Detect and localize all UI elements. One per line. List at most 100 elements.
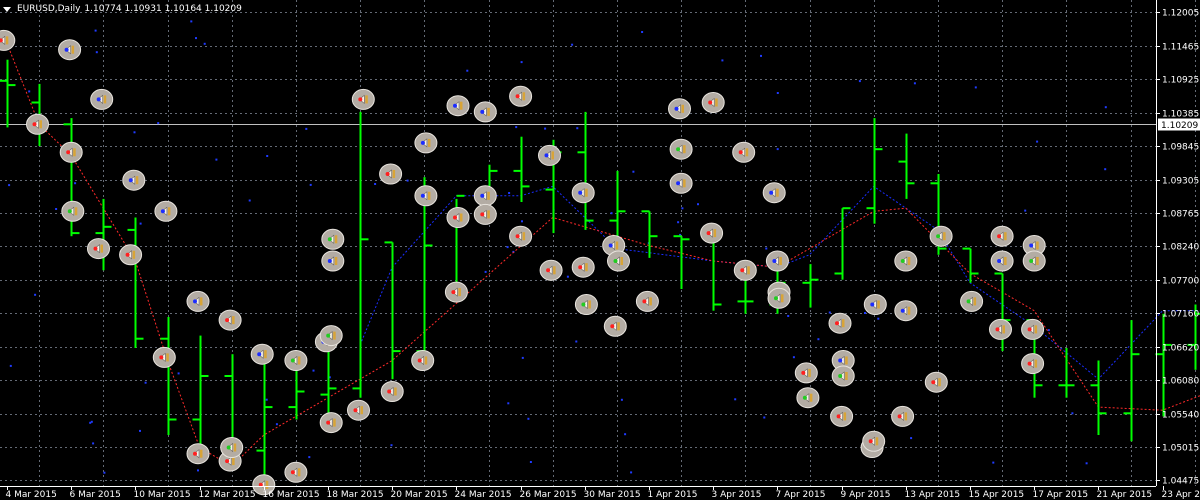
badge-dot <box>358 97 363 102</box>
badge-stripe <box>334 235 338 244</box>
badge-dot <box>546 268 551 273</box>
ohlc-bars <box>0 59 1200 476</box>
price-tick-label: 1.08765 <box>1162 210 1199 220</box>
badge-dot <box>613 259 618 263</box>
badge-markers <box>0 29 1046 496</box>
badge-marker <box>122 169 146 191</box>
blue-dot <box>1104 168 1107 171</box>
badge-dot <box>326 420 331 425</box>
badge-dot <box>1027 327 1032 332</box>
blue-dot <box>265 398 268 401</box>
ohlc-bar <box>384 241 401 380</box>
badge-stripe <box>264 350 267 359</box>
ohlc-bar <box>95 198 112 271</box>
badge-stripe <box>487 210 490 219</box>
blue-dot <box>527 417 530 420</box>
badge-dot <box>966 299 971 304</box>
chart-window[interactable]: 1.12005 1.11465 1.10925 1.10385 1.09845 1.093… <box>0 0 1200 500</box>
blue-dot <box>466 69 469 72</box>
blue-dot <box>266 155 269 157</box>
badge-marker <box>828 312 852 334</box>
badge-marker <box>539 259 563 281</box>
badge-marker <box>446 207 470 228</box>
blue-dot <box>248 199 251 202</box>
badge-dot <box>453 215 457 220</box>
badge-dot <box>1027 361 1032 366</box>
badge-stripe <box>649 297 652 306</box>
badge-dot <box>453 103 457 108</box>
badge-stripe <box>1034 325 1038 334</box>
badge-dot <box>738 150 743 155</box>
blue-dot <box>312 369 315 372</box>
price-tick-label: 1.06620 <box>1162 344 1199 354</box>
badge-marker <box>732 141 756 163</box>
blue-dot <box>308 456 311 459</box>
badge-stripe <box>135 176 139 185</box>
dropdown-triangle-icon[interactable] <box>3 6 11 12</box>
badge-stripe <box>779 257 782 265</box>
badge-stripe <box>551 151 554 160</box>
badge-dot <box>420 140 425 145</box>
blue-dot <box>521 220 523 223</box>
badge-dot <box>160 209 165 214</box>
badge-marker <box>668 98 691 120</box>
badge-dot <box>801 370 806 375</box>
ohlc-bar <box>127 217 144 348</box>
blue-dot <box>697 203 699 206</box>
blue-dot <box>133 131 136 134</box>
blue-dot <box>74 182 77 185</box>
badge-dot <box>774 296 778 301</box>
ohlc-bar <box>288 369 305 420</box>
badge-stripe <box>333 331 336 340</box>
badge-marker <box>509 225 533 247</box>
ohlc-bar <box>834 207 851 280</box>
badge-marker <box>574 294 598 315</box>
badge-marker <box>379 163 403 185</box>
badge-stripe <box>620 257 623 265</box>
badge-stripe <box>875 437 879 446</box>
ohlc-bar <box>1090 360 1107 435</box>
badge-marker <box>58 39 82 61</box>
badge-dot <box>93 246 98 251</box>
badge-stripe <box>683 179 686 188</box>
badge-marker <box>90 88 114 110</box>
indicator-lines <box>6 43 1200 467</box>
symbol-label: EURUSD,Daily <box>17 4 81 14</box>
blue-dot <box>275 423 278 426</box>
blue-dot <box>624 433 627 436</box>
badge-dot <box>838 358 843 363</box>
badge-marker <box>862 430 886 452</box>
blue-dot <box>632 170 635 173</box>
badge-stripe <box>460 213 463 222</box>
badge-marker <box>607 250 630 272</box>
price-tick-label: 1.05540 <box>1162 411 1199 421</box>
blue-dot <box>1071 412 1074 415</box>
time-tick-label: 3 Apr 2015 <box>712 490 762 500</box>
badge-marker <box>509 85 533 107</box>
badge-marker <box>894 250 918 272</box>
badge-marker <box>571 182 595 204</box>
badge-dot <box>995 327 1000 332</box>
badge-dot <box>480 212 485 217</box>
badge-stripe <box>297 468 301 477</box>
time-tick-label: 9 Apr 2015 <box>841 490 891 500</box>
badge-dot <box>836 414 841 419</box>
price-tick-label: 1.09845 <box>1162 143 1199 153</box>
badge-marker <box>154 200 178 222</box>
blue-dot <box>566 275 569 278</box>
blue-dot <box>144 381 147 384</box>
price-tick-label: 1.10385 <box>1162 110 1199 120</box>
red-indicator-line <box>6 43 1200 467</box>
badge-marker <box>863 294 887 315</box>
ohlc-bar <box>673 235 690 289</box>
badge-stripe <box>522 92 526 101</box>
blue-dot <box>620 398 623 401</box>
badge-dot <box>225 459 230 464</box>
badge-dot <box>868 439 873 444</box>
blue-dot <box>576 127 579 130</box>
price-chart[interactable]: 1.12005 1.11465 1.10925 1.10385 1.09845 1.093… <box>0 0 1200 500</box>
badge-marker <box>473 203 497 225</box>
badge-stripe <box>715 98 718 107</box>
badge-dot <box>676 181 681 186</box>
time-tick-label: 13 Apr 2015 <box>905 490 961 500</box>
